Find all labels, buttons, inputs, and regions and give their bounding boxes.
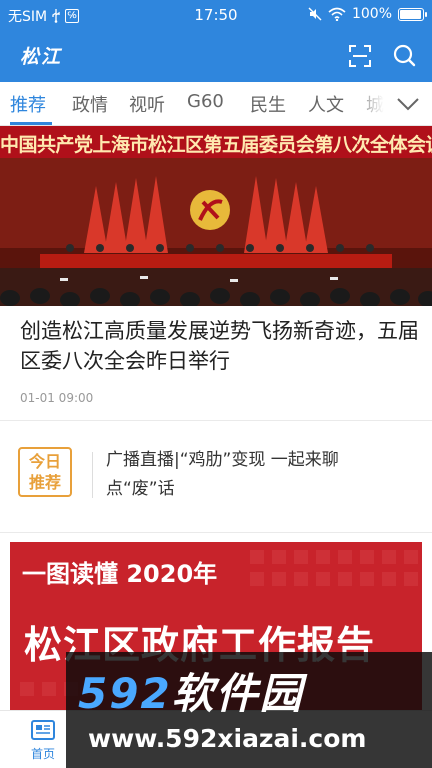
channel-expand-button[interactable] bbox=[392, 88, 424, 120]
tab-recommend[interactable]: 推荐 bbox=[10, 91, 46, 117]
scan-button[interactable] bbox=[344, 40, 376, 72]
tab-audio-video[interactable]: 视听 bbox=[129, 91, 165, 117]
watermark-logo-number: 592 bbox=[78, 669, 172, 718]
app-logo: 松江 bbox=[20, 46, 63, 68]
battery-percent: 100% bbox=[351, 6, 392, 22]
search-icon bbox=[393, 44, 416, 67]
article-time: 01-01 09:00 bbox=[20, 391, 94, 405]
mute-icon bbox=[308, 7, 322, 21]
nav-home-label: 首页 bbox=[30, 747, 55, 761]
search-button[interactable] bbox=[388, 40, 420, 72]
today-recommend-link[interactable]: 广播直播|“鸡肋”变现 一起来聊点“废”话 bbox=[106, 446, 396, 504]
today-recommend-badge: 今日 推荐 bbox=[18, 447, 72, 497]
article-title[interactable]: 创造松江高质量发展逆势飞扬新奇迹，五届区委八次全会昨日举行 bbox=[20, 316, 420, 376]
today-separator bbox=[92, 452, 93, 498]
status-bar: 无SIM ℅ 17:50 100% bbox=[0, 0, 432, 30]
tab-active-indicator bbox=[10, 122, 52, 125]
hero-banner-text: 中国共产党上海市松江区第五届委员会第八次全体会议 bbox=[0, 134, 432, 156]
tab-humanities[interactable]: 人文 bbox=[308, 91, 344, 117]
tab-g60[interactable]: G60 bbox=[187, 91, 224, 112]
tab-politics[interactable]: 政情 bbox=[72, 91, 108, 117]
watermark-url: www.592xiazai.com bbox=[88, 724, 367, 753]
today-badge-line2: 推荐 bbox=[28, 473, 61, 492]
channel-tab-bar: 推荐 政情 视听 G60 民生 人文 城 bbox=[0, 82, 432, 126]
battery-icon bbox=[398, 7, 427, 21]
hero-banner: 中国共产党上海市松江区第五届委员会第八次全体会议 bbox=[0, 126, 432, 158]
scan-icon bbox=[349, 45, 371, 67]
report-card-subtitle: 一图读懂 2020年 bbox=[22, 560, 218, 588]
hero-image[interactable]: 中国共产党上海市松江区第五届委员会第八次全体会议 bbox=[0, 126, 432, 306]
meeting-photo bbox=[0, 158, 432, 306]
watermark-logo: 592软件园 bbox=[78, 660, 304, 721]
tab-fade bbox=[352, 82, 392, 125]
today-badge-line1: 今日 bbox=[28, 452, 61, 471]
news-icon bbox=[31, 720, 55, 740]
status-right: 100% bbox=[308, 6, 427, 22]
chevron-down-icon bbox=[397, 98, 419, 111]
divider bbox=[0, 532, 432, 533]
divider bbox=[0, 420, 432, 421]
tab-livelihood[interactable]: 民生 bbox=[250, 91, 286, 117]
app-header: 松江 bbox=[0, 30, 432, 82]
nav-home[interactable]: 首页 bbox=[20, 717, 66, 763]
battery-fill bbox=[400, 9, 421, 19]
watermark: 592软件园 www.592xiazai.com bbox=[66, 652, 432, 768]
watermark-logo-text: 软件园 bbox=[171, 669, 304, 718]
wifi-icon bbox=[328, 7, 346, 21]
